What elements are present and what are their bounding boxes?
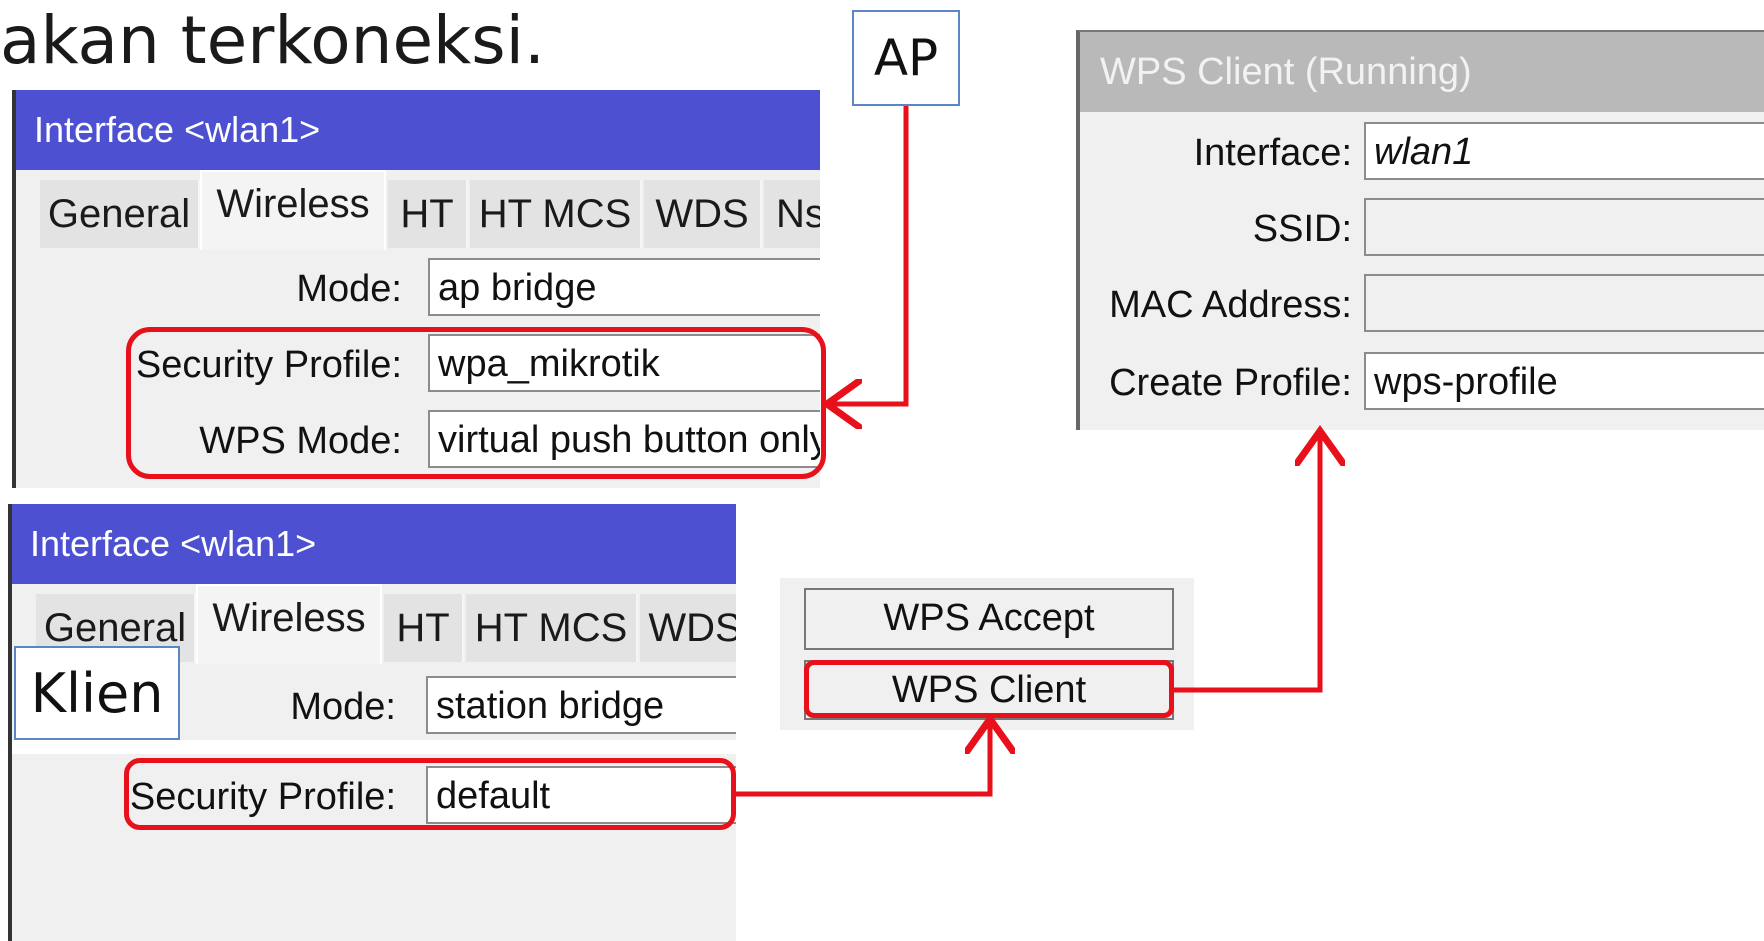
- connector-arrows: [736, 106, 1764, 797]
- ap-arrow-line: [832, 106, 909, 404]
- wps-to-window-arrow-line: [1174, 436, 1320, 693]
- client-to-wps-arrow-line: [736, 724, 990, 797]
